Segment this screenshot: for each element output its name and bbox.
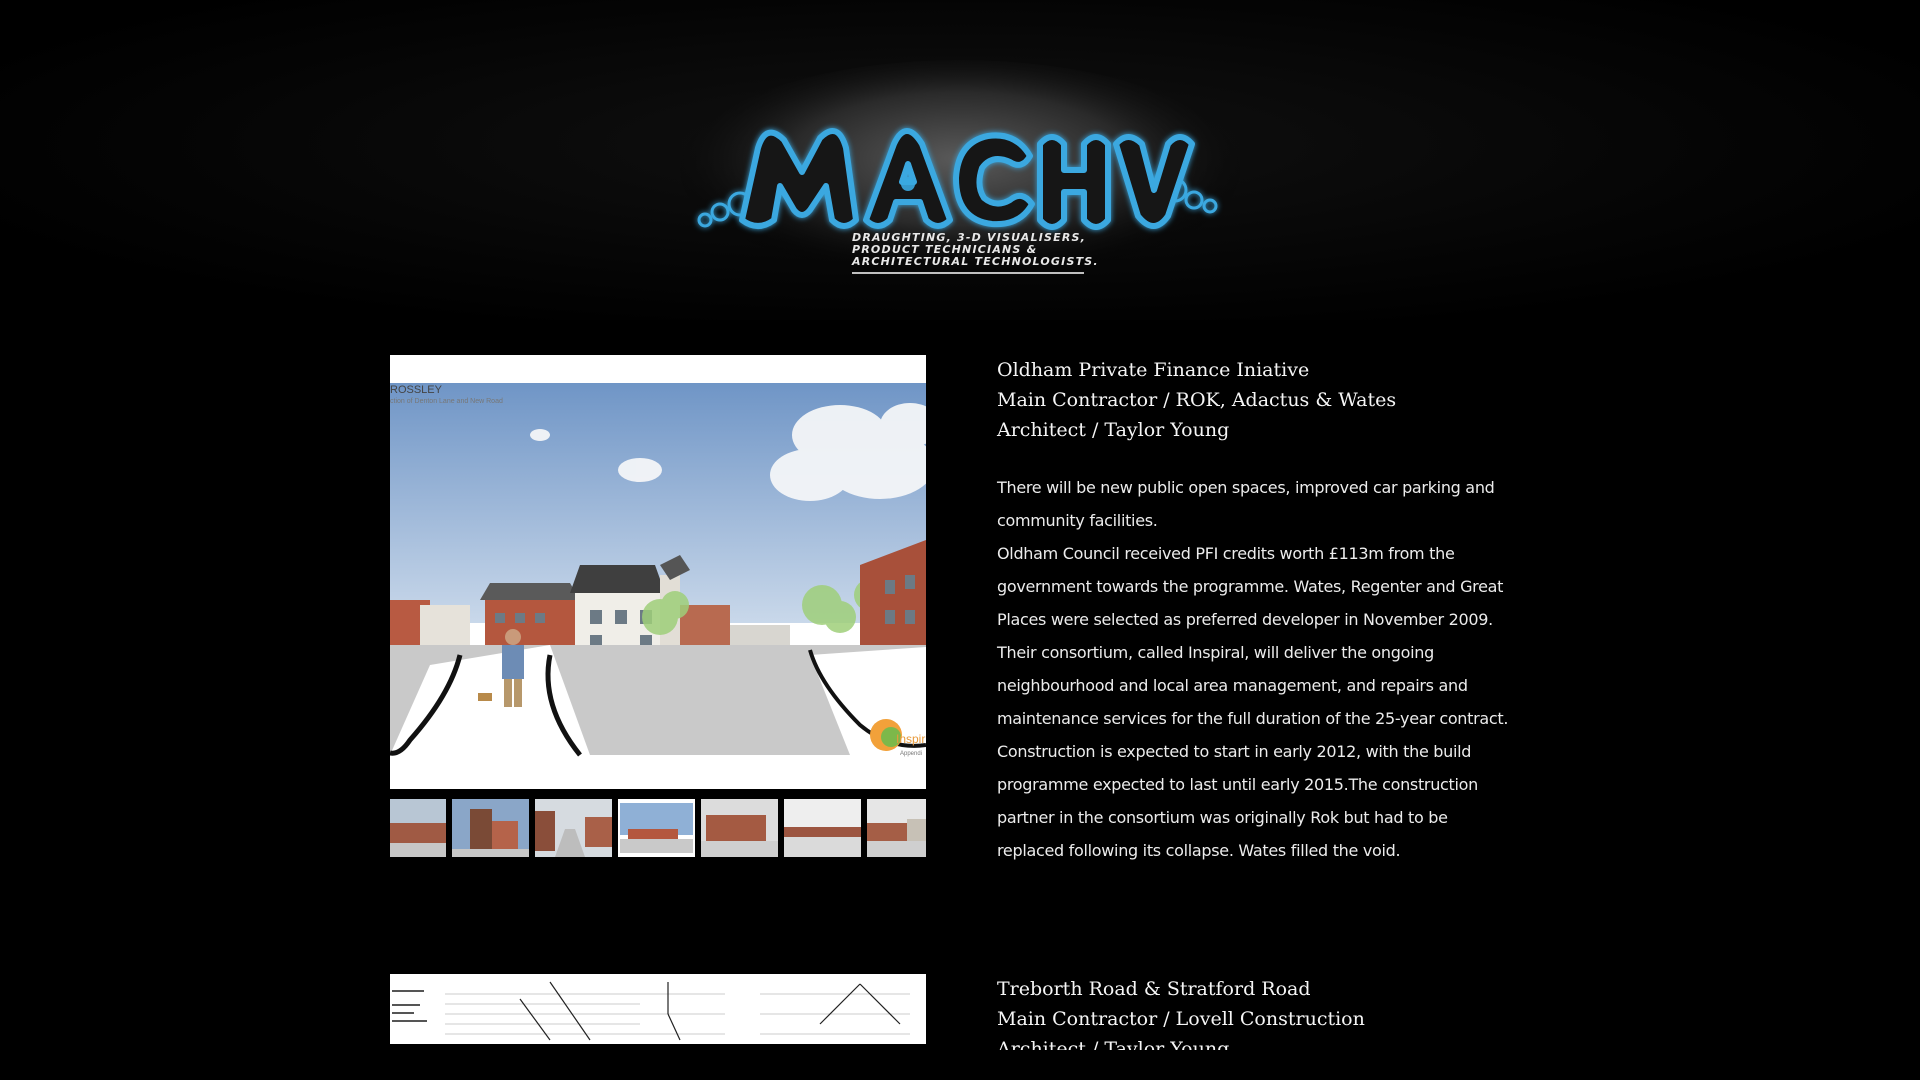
viewport-bottom-edge <box>0 1050 1920 1080</box>
description-line: government towards the programme. Wates,… <box>997 577 1504 596</box>
description-line: Places were selected as preferred develo… <box>997 610 1493 629</box>
render-caption-title: ROSSLEY <box>390 384 443 396</box>
description-line: community facilities. <box>997 511 1158 530</box>
project-contractor: Main Contractor / ROK, Adactus & Wates <box>997 389 1397 411</box>
street-render-image: ROSSLEY ction of Denton Lane and New Roa… <box>390 355 926 789</box>
description-line: partner in the consortium was originally… <box>997 808 1448 827</box>
project-main-image[interactable] <box>390 974 926 1044</box>
site-header: Draughting, 3-D Visualisers, Product Tec… <box>0 0 1920 320</box>
project-description: There will be new public open spaces, im… <box>997 471 1537 867</box>
description-line: Construction is expected to start in ear… <box>997 742 1472 761</box>
description-line: neighbourhood and local area management,… <box>997 676 1468 695</box>
project-heading: Oldham Private Finance Iniative Main Con… <box>997 355 1537 445</box>
page: Draughting, 3-D Visualisers, Product Tec… <box>0 0 1920 1080</box>
thumbnail-active[interactable] <box>618 799 695 857</box>
thumbnail[interactable] <box>390 799 446 857</box>
project-title: Oldham Private Finance Iniative <box>997 359 1310 381</box>
render-brand-sub: Appendi <box>900 751 922 757</box>
description-line: There will be new public open spaces, im… <box>997 478 1495 497</box>
thumbnail[interactable] <box>867 799 926 857</box>
thumbnail[interactable] <box>784 799 861 857</box>
render-caption-sub: ction of Denton Lane and New Road <box>390 398 503 405</box>
project-architect: Architect / Taylor Young <box>997 419 1230 441</box>
thumbnail[interactable] <box>535 799 612 857</box>
description-line: Oldham Council received PFI credits wort… <box>997 544 1455 563</box>
description-line: Their consortium, called Inspiral, will … <box>997 643 1434 662</box>
render-brand: Inspir <box>896 732 925 746</box>
description-line: maintenance services for the full durati… <box>997 709 1509 728</box>
thumbnail-strip <box>390 799 926 859</box>
thumbnail[interactable] <box>701 799 778 857</box>
project-contractor: Main Contractor / Lovell Construction <box>997 1008 1365 1030</box>
tagline-underline <box>852 272 1084 274</box>
tagline-line: Architectural Technologists. <box>852 255 1099 268</box>
drawing-image <box>390 974 926 1044</box>
project-info: Oldham Private Finance Iniative Main Con… <box>997 355 1537 867</box>
description-line: replaced following its collapse. Wates f… <box>997 841 1401 860</box>
thumbnail[interactable] <box>452 799 529 857</box>
project-title: Treborth Road & Stratford Road <box>997 978 1311 1000</box>
logo-tagline: Draughting, 3-D Visualisers, Product Tec… <box>852 232 1099 274</box>
project-main-image[interactable]: ROSSLEY ction of Denton Lane and New Roa… <box>390 355 926 789</box>
description-line: programme expected to last until early 2… <box>997 775 1479 794</box>
